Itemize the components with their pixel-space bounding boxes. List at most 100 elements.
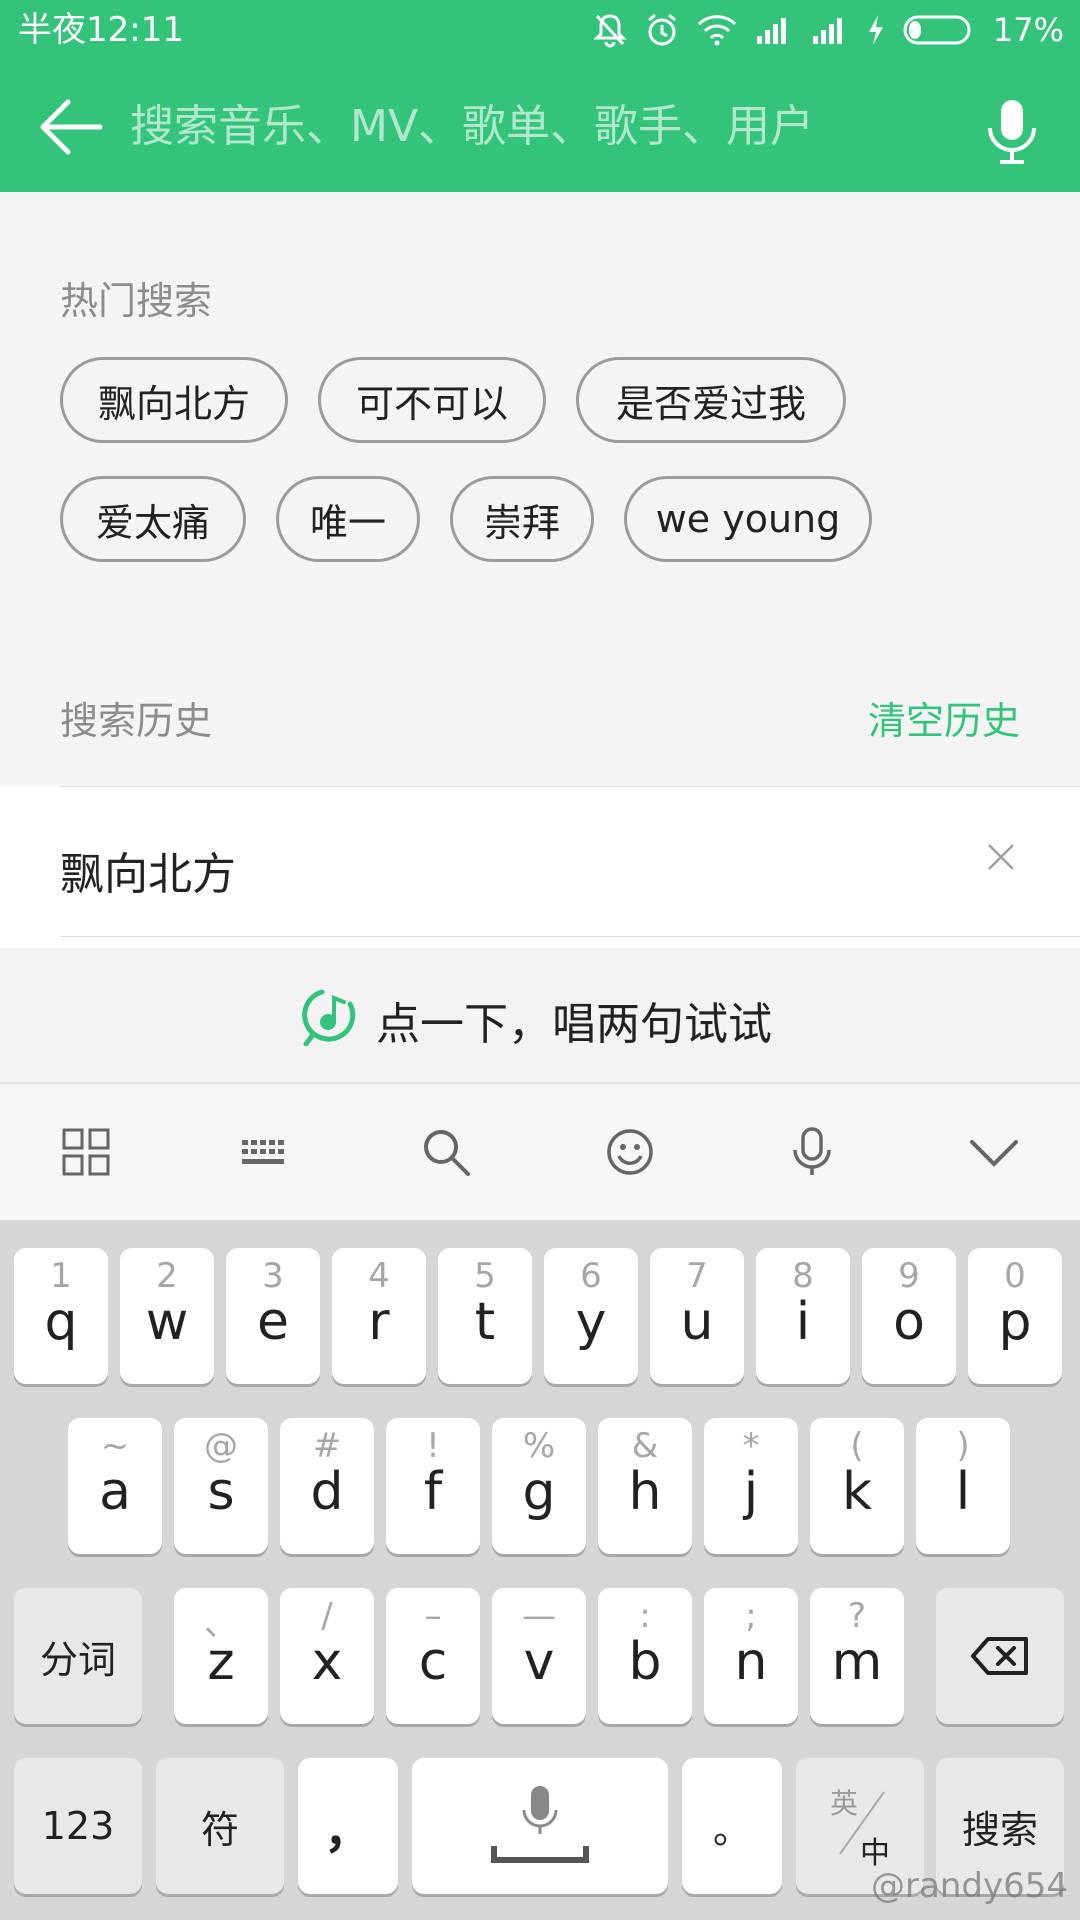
key-u[interactable]: 7u bbox=[650, 1248, 744, 1384]
hum-search-bar[interactable]: 点一下，唱两句试试 bbox=[0, 948, 1080, 1084]
hum-prompt-text: 点一下，唱两句试试 bbox=[376, 999, 772, 1050]
key-i[interactable]: 8i bbox=[756, 1248, 850, 1384]
status-time: 半夜12:11 bbox=[18, 10, 184, 50]
symbols-key[interactable]: 符 bbox=[156, 1758, 284, 1894]
key-letter: j bbox=[743, 1462, 759, 1522]
key-letter: e bbox=[257, 1292, 289, 1352]
key-r[interactable]: 4r bbox=[332, 1248, 426, 1384]
status-bar: 半夜12:11 17% bbox=[0, 0, 1080, 60]
battery-percent: 17% bbox=[992, 11, 1064, 49]
hot-tag[interactable]: 唯一 bbox=[276, 476, 420, 562]
voice-search-icon[interactable] bbox=[986, 98, 1038, 166]
segment-key[interactable]: 分词 bbox=[14, 1588, 142, 1724]
key-label: 123 bbox=[41, 1804, 115, 1848]
key-p[interactable]: 0p bbox=[968, 1248, 1062, 1384]
key-y[interactable]: 6y bbox=[544, 1248, 638, 1384]
key-letter: r bbox=[368, 1292, 390, 1352]
key-k[interactable]: (k bbox=[810, 1418, 904, 1554]
key-label: ， bbox=[323, 1803, 372, 1859]
search-header bbox=[0, 60, 1080, 192]
key-letter: s bbox=[207, 1462, 235, 1522]
key-j[interactable]: * j bbox=[704, 1418, 798, 1554]
key-hint: 8 bbox=[792, 1256, 814, 1296]
key-letter: d bbox=[310, 1462, 344, 1522]
period-key[interactable]: 。 bbox=[682, 1758, 782, 1894]
key-hint: — bbox=[522, 1596, 556, 1636]
soft-keyboard: 1q 2w 3e 4r 5t 6y 7u 8i 9o 0p ~ a @ s # d !… bbox=[0, 1220, 1080, 1920]
key-letter: p bbox=[998, 1292, 1032, 1352]
key-o[interactable]: 9o bbox=[862, 1248, 956, 1384]
battery-icon bbox=[903, 15, 971, 45]
key-letter: o bbox=[893, 1292, 925, 1352]
key-hint: 5 bbox=[474, 1256, 496, 1296]
key-letter: l bbox=[955, 1462, 971, 1522]
clear-history-button[interactable]: 清空历史 bbox=[868, 690, 1020, 745]
key-letter: i bbox=[795, 1292, 811, 1352]
key-hint: # bbox=[312, 1426, 342, 1466]
key-hint: ( bbox=[850, 1426, 864, 1466]
hot-tag[interactable]: 可不可以 bbox=[318, 357, 546, 443]
key-letter: g bbox=[522, 1462, 556, 1522]
key-q[interactable]: 1q bbox=[14, 1248, 108, 1384]
key-z[interactable]: 、 z bbox=[174, 1588, 268, 1724]
key-l[interactable]: ) l bbox=[916, 1418, 1010, 1554]
key-a[interactable]: ~ a bbox=[68, 1418, 162, 1554]
key-letter: h bbox=[628, 1462, 662, 1522]
emoji-icon[interactable] bbox=[604, 1126, 656, 1178]
comma-key[interactable]: ， bbox=[298, 1758, 398, 1894]
key-hint: 3 bbox=[262, 1256, 284, 1296]
signal-icon bbox=[756, 18, 786, 44]
close-icon[interactable] bbox=[986, 842, 1016, 872]
grid-icon[interactable] bbox=[60, 1126, 112, 1178]
key-letter: m bbox=[831, 1632, 883, 1692]
history-item-text[interactable]: 飘向北方 bbox=[60, 838, 236, 902]
key-f[interactable]: ! f bbox=[386, 1418, 480, 1554]
key-letter: a bbox=[99, 1462, 131, 1522]
key-b[interactable]: :b bbox=[598, 1588, 692, 1724]
key-w[interactable]: 2w bbox=[120, 1248, 214, 1384]
key-hint: 0 bbox=[1004, 1256, 1026, 1296]
key-c[interactable]: – c bbox=[386, 1588, 480, 1724]
hot-tag[interactable]: 崇拜 bbox=[450, 476, 594, 562]
key-letter: z bbox=[207, 1632, 235, 1692]
key-x[interactable]: / x bbox=[280, 1588, 374, 1724]
backspace-key[interactable] bbox=[936, 1588, 1064, 1724]
status-icons: 17% bbox=[593, 8, 1064, 52]
search-input[interactable] bbox=[130, 90, 970, 162]
key-hint: & bbox=[631, 1426, 659, 1466]
key-letter: k bbox=[841, 1462, 873, 1522]
chevron-down-icon[interactable] bbox=[968, 1126, 1020, 1178]
bell-muted-icon bbox=[593, 14, 627, 48]
numbers-key[interactable]: 123 bbox=[14, 1758, 142, 1894]
alarm-icon bbox=[647, 13, 676, 46]
key-letter: f bbox=[423, 1462, 443, 1522]
keyboard-icon[interactable] bbox=[238, 1126, 290, 1178]
microphone-icon[interactable] bbox=[786, 1126, 838, 1178]
key-e[interactable]: 3e bbox=[226, 1248, 320, 1384]
search-icon[interactable] bbox=[420, 1126, 472, 1178]
divider bbox=[60, 936, 1080, 937]
key-hint: ! bbox=[426, 1426, 440, 1466]
key-h[interactable]: & h bbox=[598, 1418, 692, 1554]
hot-tag[interactable]: we young bbox=[624, 476, 872, 562]
key-s[interactable]: @ s bbox=[174, 1418, 268, 1554]
key-d[interactable]: # d bbox=[280, 1418, 374, 1554]
key-label: 分词 bbox=[39, 1637, 116, 1682]
key-letter: b bbox=[628, 1632, 662, 1692]
hot-tag[interactable]: 爱太痛 bbox=[60, 476, 246, 562]
hot-tag[interactable]: 飘向北方 bbox=[60, 357, 288, 443]
key-hint: 9 bbox=[898, 1256, 920, 1296]
watermark: @randy654 bbox=[871, 1866, 1068, 1906]
key-hint: 1 bbox=[50, 1256, 72, 1296]
back-arrow-icon[interactable] bbox=[38, 98, 104, 156]
key-g[interactable]: % g bbox=[492, 1418, 586, 1554]
key-letter: x bbox=[311, 1632, 343, 1692]
key-t[interactable]: 5t bbox=[438, 1248, 532, 1384]
key-hint: 6 bbox=[580, 1256, 602, 1296]
space-key[interactable] bbox=[412, 1758, 668, 1894]
key-m[interactable]: ? m bbox=[810, 1588, 904, 1724]
hot-tag[interactable]: 是否爱过我 bbox=[576, 357, 846, 443]
key-v[interactable]: — v bbox=[492, 1588, 586, 1724]
signal-icon-2 bbox=[812, 18, 842, 44]
key-n[interactable]: ; n bbox=[704, 1588, 798, 1724]
